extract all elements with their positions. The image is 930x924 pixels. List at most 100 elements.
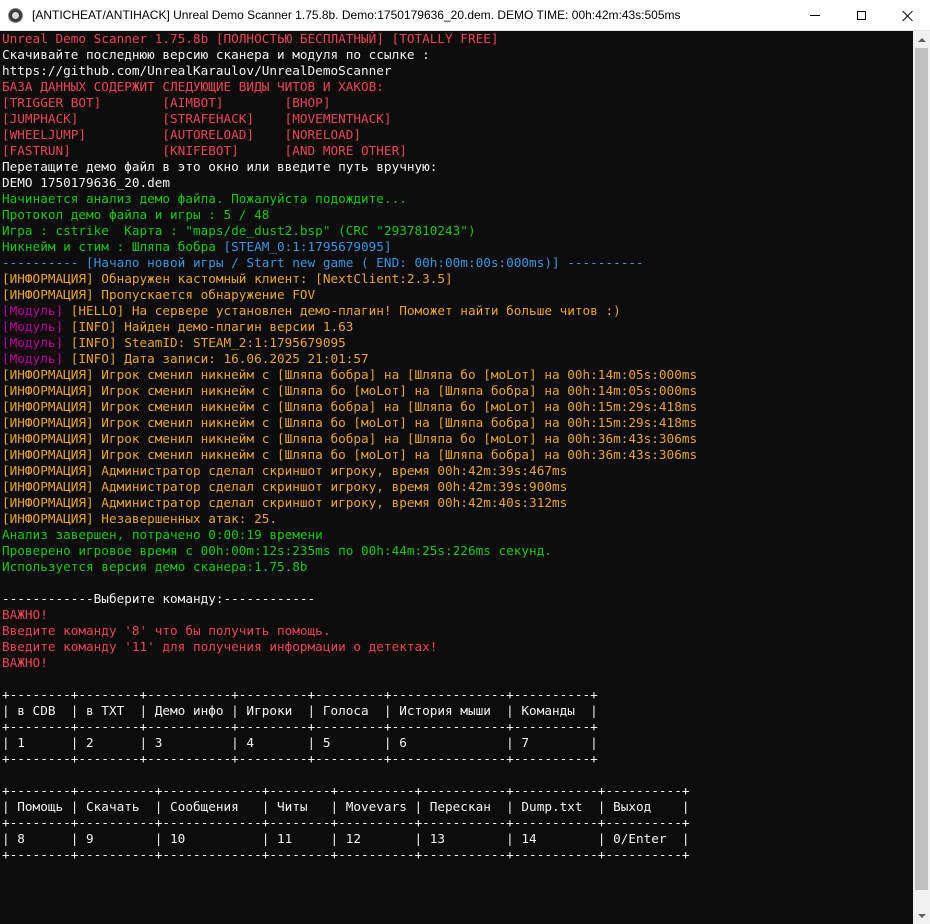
console-text: БАЗА ДАННЫХ СОДЕРЖИТ СЛЕДУЮЩИЕ ВИДЫ ЧИТО… [2, 79, 384, 94]
console-line: DEMO 1750179636_20.dem [2, 175, 697, 191]
console-text: [JUMPHACK] [STRAFEHACK] [MOVEMENTHACK] [2, 111, 392, 126]
console-line: [WHEELJUMP] [AUTORELOAD] [NORELOAD] [2, 127, 697, 143]
console-line: [ИНФОРМАЦИЯ] Пропускается обнаружение FO… [2, 287, 697, 303]
console-line: [JUMPHACK] [STRAFEHACK] [MOVEMENTHACK] [2, 111, 697, 127]
chevron-up-icon [917, 37, 926, 42]
console-line: [Модуль] [INFO] Дата записи: 16.06.2025 … [2, 351, 697, 367]
console-text: [INFO] SteamID: STEAM_2:1:1795679095 [63, 335, 346, 350]
close-button[interactable] [884, 0, 930, 31]
console-text: Unreal Demo Scanner 1.75.8b [ПОЛНОСТЬЮ Б… [2, 31, 499, 46]
console-text: [STEAM_0:1:1795679095] [223, 239, 392, 254]
console-text: [ИНФОРМАЦИЯ] Игрок сменил никнейм с [Шля… [2, 415, 698, 430]
console-line: [ИНФОРМАЦИЯ] Игрок сменил никнейм с [Шля… [2, 415, 697, 431]
console-text: Начинается анализ демо файла. Пожалуйста… [2, 191, 407, 206]
console-line: Перетащите демо файл в это окно или введ… [2, 159, 697, 175]
vertical-scrollbar[interactable] [913, 31, 930, 924]
console-text: [ИНФОРМАЦИЯ] Администратор сделал скринш… [2, 479, 568, 494]
scrollbar-thumb[interactable] [915, 48, 928, 890]
maximize-icon [856, 11, 866, 20]
console-line: Unreal Demo Scanner 1.75.8b [ПОЛНОСТЬЮ Б… [2, 31, 697, 47]
console-text: Игра : cstrike Карта : "maps/de_dust2.bs… [2, 223, 476, 238]
console-line: [ИНФОРМАЦИЯ] Игрок сменил никнейм с [Шля… [2, 447, 697, 463]
console-text: [ИНФОРМАЦИЯ] Игрок сменил никнейм с [Шля… [2, 447, 698, 462]
scroll-up-button[interactable] [913, 31, 930, 48]
console-line: Игра : cstrike Карта : "maps/de_dust2.bs… [2, 223, 697, 239]
console-text: +--------+--------+-----------+---------… [2, 751, 598, 766]
console-text: [Модуль] [2, 319, 64, 334]
console-text: [ИНФОРМАЦИЯ] Обнаружен кастомный клиент:… [2, 271, 453, 286]
console-line: [TRIGGER BOT] [AIMBOT] [BHOP] [2, 95, 697, 111]
console-text: [ИНФОРМАЦИЯ] Пропускается обнаружение FO… [2, 287, 316, 302]
console-text: [Модуль] [2, 351, 64, 366]
console-text: +--------+----------+-------------+-----… [2, 783, 690, 798]
console-text: [ИНФОРМАЦИЯ] Игрок сменил никнейм с [Шля… [2, 399, 698, 414]
console-text: +--------+--------+-----------+---------… [2, 687, 598, 702]
maximize-button[interactable] [838, 0, 884, 31]
console-text: [TRIGGER BOT] [AIMBOT] [BHOP] [2, 95, 331, 110]
console-output[interactable]: Unreal Demo Scanner 1.75.8b [ПОЛНОСТЬЮ Б… [0, 31, 913, 924]
console-text: ---------- [Начало новой игры / Start ne… [2, 255, 644, 270]
console-line: Введите команду '11' для получения инфор… [2, 639, 697, 655]
console-line: ВАЖНО! [2, 655, 697, 671]
console-line: [ИНФОРМАЦИЯ] Игрок сменил никнейм с [Шля… [2, 431, 697, 447]
console-line: Протокол демо файла и игры : 5 / 48 [2, 207, 697, 223]
console-line: | 8 | 9 | 10 | 11 | 12 | 13 | 14 | 0/Ent… [2, 831, 697, 847]
console-text: ------------Выберите команду:-----------… [2, 591, 316, 606]
console-text: [Модуль] [2, 335, 64, 350]
console-text: [WHEELJUMP] [AUTORELOAD] [NORELOAD] [2, 127, 362, 142]
console-text: +--------+----------+-------------+-----… [2, 847, 690, 862]
chevron-down-icon [917, 913, 926, 918]
console-line: [ИНФОРМАЦИЯ] Игрок сменил никнейм с [Шля… [2, 383, 697, 399]
console-text: [ИНФОРМАЦИЯ] Администратор сделал скринш… [2, 495, 568, 510]
console-text: [ИНФОРМАЦИЯ] Игрок сменил никнейм с [Шля… [2, 383, 698, 398]
minimize-button[interactable] [792, 0, 838, 31]
close-icon [901, 10, 913, 22]
console-text: Перетащите демо файл в это окно или введ… [2, 159, 438, 174]
console-text: Используется версия демо сканера:1.75.8b [2, 559, 308, 574]
console-line: Никнейм и стим : Шляпа бобра [STEAM_0:1:… [2, 239, 697, 255]
console-line: ---------- [Начало новой игры / Start ne… [2, 255, 697, 271]
console-line: +--------+----------+-------------+-----… [2, 815, 697, 831]
console-line: [ИНФОРМАЦИЯ] Администратор сделал скринш… [2, 463, 697, 479]
console-line: [ИНФОРМАЦИЯ] Незавершенных атак: 25. [2, 511, 697, 527]
console-line: ------------Выберите команду:-----------… [2, 591, 697, 607]
console-line: +--------+--------+-----------+---------… [2, 687, 697, 703]
console-line: +--------+--------+-----------+---------… [2, 719, 697, 735]
console-text: Анализ завершен, потрачено 0:00:19 време… [2, 527, 323, 542]
console-text: DEMO 1750179636_20.dem [2, 175, 171, 190]
console-line: https://github.com/UnrealKaraulov/Unreal… [2, 63, 697, 79]
console-text: Введите команду '8' что бы получить помо… [2, 623, 331, 638]
console-text: | Помощь | Скачать | Сообщения | Читы | … [2, 799, 690, 814]
scroll-down-button[interactable] [913, 907, 930, 924]
console-line: +--------+--------+-----------+---------… [2, 751, 697, 767]
console-line: БАЗА ДАННЫХ СОДЕРЖИТ СЛЕДУЮЩИЕ ВИДЫ ЧИТО… [2, 79, 697, 95]
console-text: ВАЖНО! [2, 655, 48, 670]
console-line: Начинается анализ демо файла. Пожалуйста… [2, 191, 697, 207]
console-text: +--------+--------+-----------+---------… [2, 719, 598, 734]
console-line: [Модуль] [HELLO] На сервере установлен д… [2, 303, 697, 319]
console-line: [ИНФОРМАЦИЯ] Обнаружен кастомный клиент:… [2, 271, 697, 287]
title-bar: [ANTICHEAT/ANTIHACK] Unreal Demo Scanner… [0, 0, 930, 31]
console-line: | Помощь | Скачать | Сообщения | Читы | … [2, 799, 697, 815]
console-text: Скачивайте последнюю версию сканера и мо… [2, 47, 430, 62]
console-text: +--------+----------+-------------+-----… [2, 815, 690, 830]
console-text: [ИНФОРМАЦИЯ] Игрок сменил никнейм с [Шля… [2, 367, 698, 382]
console-text: Введите команду '11' для получения инфор… [2, 639, 438, 654]
console-text: [INFO] Найден демо-плагин версии 1.63 [63, 319, 354, 334]
console-line: Анализ завершен, потрачено 0:00:19 време… [2, 527, 697, 543]
console-line: +--------+----------+-------------+-----… [2, 847, 697, 863]
console-line: Проверено игровое время с 00h:00m:12s:23… [2, 543, 697, 559]
console-text: Никнейм и стим : Шляпа бобра [2, 239, 224, 254]
console-text: ВАЖНО! [2, 607, 48, 622]
console-line: +--------+----------+-------------+-----… [2, 783, 697, 799]
console-lines: Unreal Demo Scanner 1.75.8b [ПОЛНОСТЬЮ Б… [2, 31, 697, 863]
console-line: | 1 | 2 | 3 | 4 | 5 | 6 | 7 | [2, 735, 697, 751]
console-text: [ИНФОРМАЦИЯ] Игрок сменил никнейм с [Шля… [2, 431, 698, 446]
console-text: | 8 | 9 | 10 | 11 | 12 | 13 | 14 | 0/Ent… [2, 831, 690, 846]
console-text: [HELLO] На сервере установлен демо-плаги… [63, 303, 621, 318]
app-icon[interactable] [8, 8, 23, 23]
console-text: [INFO] Дата записи: 16.06.2025 21:01:57 [63, 351, 369, 366]
console-line: [FASTRUN] [KNIFEBOT] [AND MORE OTHER] [2, 143, 697, 159]
